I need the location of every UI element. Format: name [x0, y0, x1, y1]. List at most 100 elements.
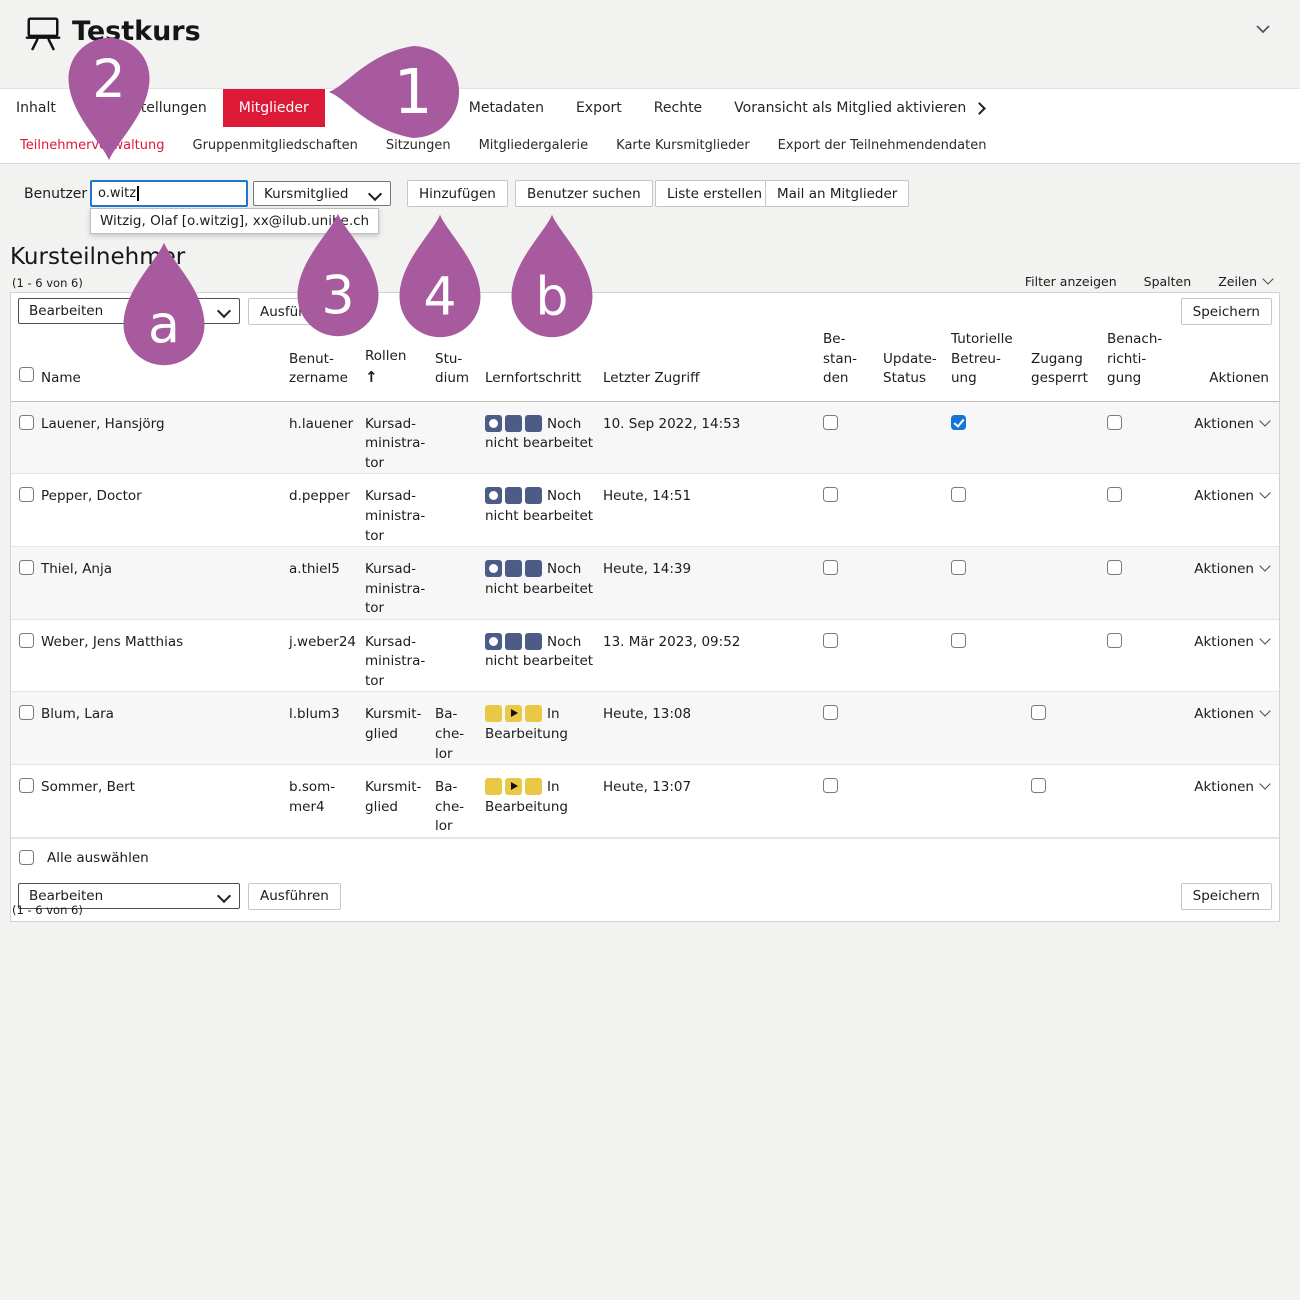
svg-text:1: 1	[394, 57, 433, 128]
chevron-down-icon	[1259, 778, 1270, 789]
cell-blocked	[1031, 619, 1107, 692]
notification-checkbox[interactable]	[1107, 487, 1122, 502]
cell-study	[435, 547, 485, 620]
marker-4: 4	[395, 212, 485, 340]
progress-icons	[485, 705, 542, 722]
user-search-input[interactable]: o.witz	[90, 180, 248, 207]
subtab-mitgliedergalerie[interactable]: Mitgliedergalerie	[465, 138, 603, 153]
rows-dropdown[interactable]: Zeilen	[1218, 274, 1272, 289]
columns-link[interactable]: Spalten	[1144, 274, 1192, 289]
col-header-roles[interactable]: Rollen↑	[365, 330, 435, 401]
tutor-checkbox[interactable]	[951, 487, 966, 502]
row-select-checkbox[interactable]	[19, 705, 34, 720]
collapse-chevron-icon[interactable]	[1252, 18, 1274, 40]
row-actions-dropdown[interactable]: Aktionen	[1193, 401, 1279, 474]
passed-checkbox[interactable]	[823, 633, 838, 648]
row-select-checkbox[interactable]	[19, 633, 34, 648]
course-board-icon	[24, 12, 62, 52]
select-all-row: Alle auswählen	[11, 838, 1279, 877]
notification-checkbox[interactable]	[1107, 415, 1122, 430]
sort-ascending-icon: ↑	[365, 368, 378, 386]
table-row: Sommer, Bert b.som- mer4 Kursmit- glied …	[11, 765, 1279, 838]
filter-link[interactable]: Filter anzeigen	[1025, 274, 1117, 289]
row-actions-dropdown[interactable]: Aktionen	[1193, 619, 1279, 692]
col-header-tutor[interactable]: Tutorielle Betreu- ung	[951, 330, 1031, 401]
cell-blocked	[1031, 765, 1107, 838]
search-user-button[interactable]: Benutzer suchen	[515, 180, 653, 207]
cell-username: b.som- mer4	[289, 765, 365, 838]
cell-update-status	[883, 692, 951, 765]
cell-study: Ba- che- lor	[435, 692, 485, 765]
tab-export[interactable]: Export	[560, 89, 638, 127]
notification-checkbox[interactable]	[1107, 560, 1122, 575]
cell-notification	[1107, 474, 1193, 547]
result-count-top: (1 - 6 von 6)	[12, 276, 83, 290]
row-actions-label: Aktionen	[1194, 561, 1254, 577]
tab-metadaten[interactable]: Metadaten	[453, 89, 560, 127]
mail-members-button[interactable]: Mail an Mitglieder	[765, 180, 909, 207]
row-actions-dropdown[interactable]: Aktionen	[1193, 547, 1279, 620]
page-header: Testkurs	[0, 0, 1300, 88]
col-header-blocked[interactable]: Zugang gesperrt	[1031, 330, 1107, 401]
tab-mitglieder[interactable]: Mitglieder	[223, 89, 325, 127]
cell-notification	[1107, 692, 1193, 765]
notification-checkbox[interactable]	[1107, 633, 1122, 648]
tutor-checkbox[interactable]	[951, 560, 966, 575]
col-header-progress[interactable]: Lernfortschritt	[485, 330, 603, 401]
row-actions-dropdown[interactable]: Aktionen	[1193, 692, 1279, 765]
chevron-down-icon	[217, 889, 231, 903]
select-all-checkbox[interactable]	[19, 850, 34, 865]
row-select-checkbox[interactable]	[19, 778, 34, 793]
cell-username: j.weber24	[289, 619, 365, 692]
marker-3: 3	[293, 211, 383, 339]
cell-name: Blum, Lara	[41, 692, 289, 765]
row-select-checkbox[interactable]	[19, 560, 34, 575]
row-actions-label: Aktionen	[1194, 779, 1254, 795]
cell-role: Kursad- ministra- tor	[365, 474, 435, 547]
passed-checkbox[interactable]	[823, 778, 838, 793]
passed-checkbox[interactable]	[823, 705, 838, 720]
row-actions-dropdown[interactable]: Aktionen	[1193, 474, 1279, 547]
role-select-value: Kursmitglied	[264, 186, 348, 202]
cell-username: l.blum3	[289, 692, 365, 765]
tab-inhalt[interactable]: Inhalt	[0, 89, 72, 127]
cell-passed	[823, 692, 883, 765]
tab-voransicht[interactable]: Voransicht als Mitglied aktivieren	[718, 89, 1000, 127]
create-list-button[interactable]: Liste erstellen	[655, 180, 774, 207]
passed-checkbox[interactable]	[823, 415, 838, 430]
save-button-bottom[interactable]: Speichern	[1181, 883, 1272, 910]
progress-icons	[485, 633, 542, 650]
add-user-button[interactable]: Hinzufügen	[407, 180, 508, 207]
execute-button-bottom[interactable]: Ausführen	[248, 883, 341, 910]
col-header-username[interactable]: Benut- zername	[289, 330, 365, 401]
col-header-last-access[interactable]: Letzter Zugriff	[603, 330, 823, 401]
tab-rechte[interactable]: Rechte	[638, 89, 718, 127]
row-actions-dropdown[interactable]: Aktionen	[1193, 765, 1279, 838]
row-select-checkbox[interactable]	[19, 415, 34, 430]
col-header-notification[interactable]: Benach- richti- gung	[1107, 330, 1193, 401]
blocked-checkbox[interactable]	[1031, 705, 1046, 720]
cell-last-access: 13. Mär 2023, 09:52	[603, 619, 823, 692]
cell-name: Pepper, Doctor	[41, 474, 289, 547]
svg-text:b: b	[535, 268, 568, 328]
chevron-down-icon	[1259, 706, 1270, 717]
table-row: Thiel, Anja a.thiel5 Kursad- ministra- t…	[11, 547, 1279, 620]
passed-checkbox[interactable]	[823, 560, 838, 575]
subtab-export-teilnehmendendaten[interactable]: Export der Teilnehmendendaten	[764, 138, 1001, 153]
col-header-passed[interactable]: Be- stan- den	[823, 330, 883, 401]
role-select[interactable]: Kursmitglied	[253, 181, 391, 206]
cell-passed	[823, 401, 883, 474]
cell-tutor	[951, 547, 1031, 620]
row-select-checkbox[interactable]	[19, 487, 34, 502]
header-select-checkbox[interactable]	[19, 367, 34, 382]
cell-progress: Noch nicht bearbeitet	[485, 401, 603, 474]
subtab-karte-kursmitglieder[interactable]: Karte Kursmitglieder	[602, 138, 764, 153]
passed-checkbox[interactable]	[823, 487, 838, 502]
tutor-checkbox[interactable]	[951, 415, 966, 430]
tutor-checkbox[interactable]	[951, 633, 966, 648]
blocked-checkbox[interactable]	[1031, 778, 1046, 793]
cell-progress: Noch nicht bearbeitet	[485, 619, 603, 692]
col-header-update-status[interactable]: Update- Status	[883, 330, 951, 401]
col-header-study[interactable]: Stu- dium	[435, 330, 485, 401]
save-button-top[interactable]: Speichern	[1181, 298, 1272, 325]
